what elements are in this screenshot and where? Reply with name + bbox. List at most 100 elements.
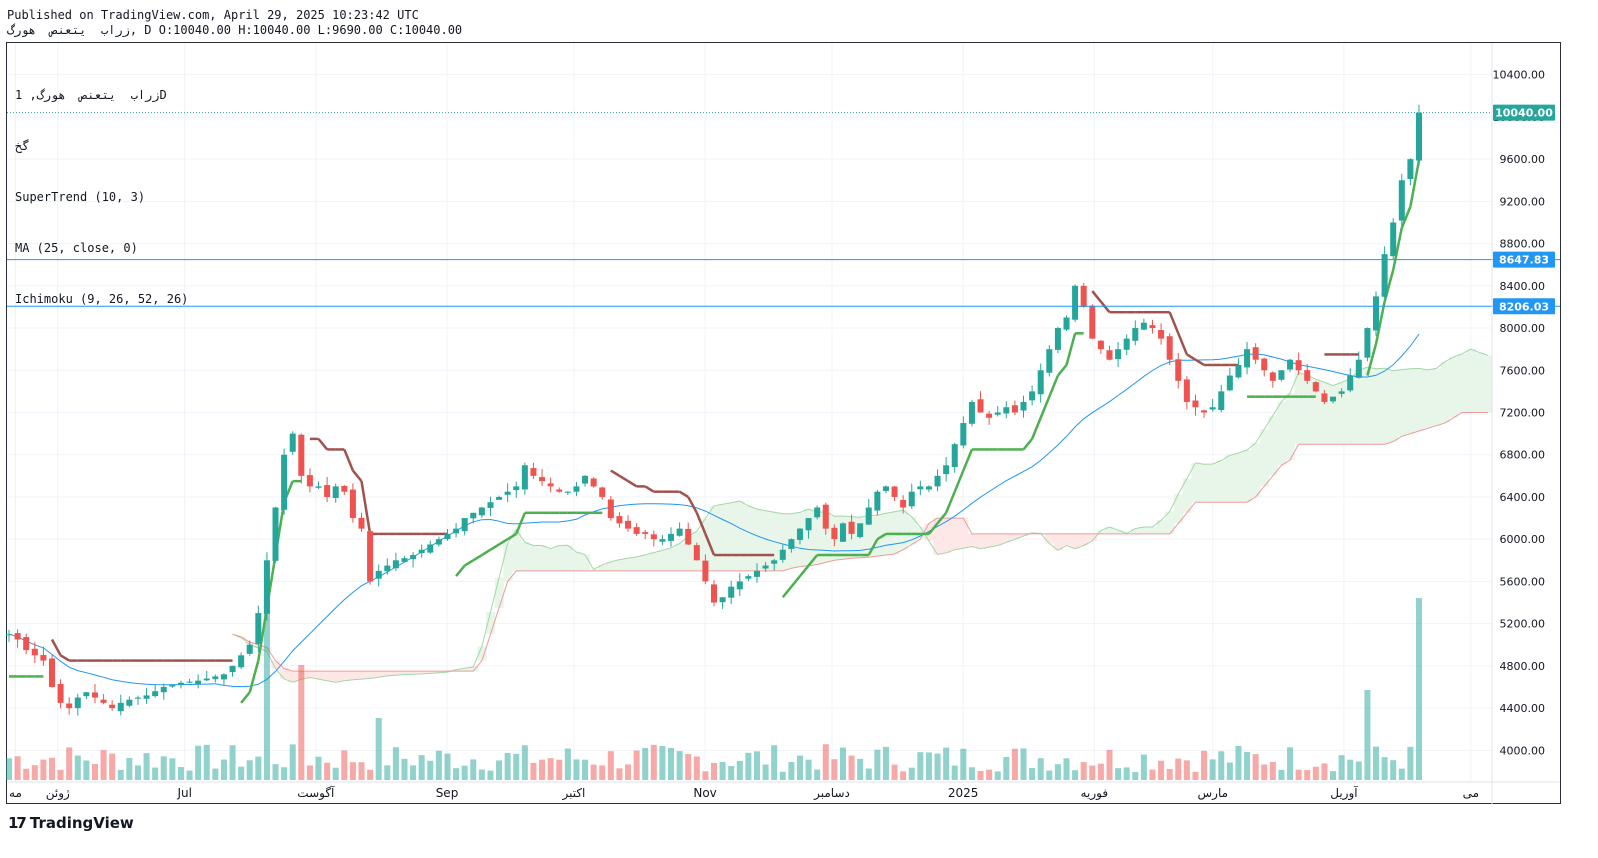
candle-body <box>1390 222 1397 257</box>
ichimoku-cloud-segment <box>1466 349 1476 413</box>
candle-body <box>710 584 718 603</box>
volume-bar <box>1261 764 1268 780</box>
candle-body <box>1381 254 1388 297</box>
ichimoku-cloud-segment <box>1449 357 1459 418</box>
candle-body <box>960 423 967 446</box>
candle-body <box>1269 372 1276 381</box>
legend-ichimoku[interactable]: Ichimoku (9, 26, 52, 26) <box>15 291 188 308</box>
ichimoku-cloud-segment <box>1268 415 1278 476</box>
volume-bar <box>1123 767 1130 780</box>
volume-bar <box>1312 766 1319 780</box>
ichimoku-cloud-segment <box>1225 455 1235 503</box>
candle-body <box>470 512 477 519</box>
volume-bar <box>435 750 442 780</box>
candle-body <box>66 703 73 709</box>
candle-body <box>461 518 468 532</box>
candle-body <box>513 486 520 491</box>
ichimoku-cloud-segment <box>348 671 358 680</box>
candle-body <box>805 518 812 531</box>
volume-bar <box>306 765 313 780</box>
candle-body <box>607 499 614 519</box>
volume-bar <box>246 760 253 780</box>
volume-bar <box>900 771 907 780</box>
volume-bar <box>814 769 821 780</box>
candle-body <box>1338 391 1345 394</box>
candle-body <box>1020 401 1027 411</box>
ichimoku-cloud-segment <box>666 547 676 571</box>
volume-bar <box>1338 755 1345 780</box>
candle-body <box>83 692 90 697</box>
volume-bar <box>994 771 1001 780</box>
chart-legend: زراب یتعنص هورگ, 1D گخ SuperTrend (10, 3… <box>15 53 188 325</box>
candle-body <box>925 486 932 490</box>
volume-bar <box>779 771 786 780</box>
tradingview-logo[interactable]: 17 TradingView <box>8 814 134 832</box>
candle-body <box>1355 359 1362 378</box>
volume-bar <box>470 759 477 780</box>
y-tick-label: 4800.00 <box>1500 660 1546 673</box>
volume-bar <box>1097 763 1104 780</box>
supertrend-segment <box>1099 300 1111 313</box>
x-tick-label: Sep <box>436 786 459 800</box>
x-tick-label: دسامبر <box>813 786 850 801</box>
volume-bar <box>736 760 743 780</box>
candle-body <box>410 555 417 560</box>
candle-body <box>702 560 709 582</box>
candle-body <box>633 527 640 534</box>
ichimoku-cloud-segment <box>623 558 633 571</box>
ichimoku-cloud-segment <box>967 533 977 547</box>
candle-body <box>57 683 64 703</box>
legend-symbol: زراب یتعنص هورگ, 1D <box>15 88 167 102</box>
volume-bar <box>728 765 735 780</box>
y-tick-label: 8800.00 <box>1500 238 1546 251</box>
volume-bar <box>693 756 700 780</box>
volume-bar <box>908 767 915 780</box>
ichimoku-cloud-segment <box>537 545 547 571</box>
volume-bar <box>1321 763 1328 780</box>
candle-body <box>934 475 941 487</box>
volume-bar <box>453 768 460 780</box>
legend-supertrend[interactable]: SuperTrend (10, 3) <box>15 189 188 206</box>
supertrend-segment <box>618 474 629 483</box>
supertrend-segment <box>343 448 355 472</box>
y-tick-label: 7200.00 <box>1500 407 1546 420</box>
volume-bar <box>599 765 606 780</box>
volume-bar <box>203 744 210 780</box>
candle-body <box>186 681 193 683</box>
candle-body <box>977 399 984 413</box>
candle-body <box>1209 407 1216 410</box>
candle-body <box>564 491 571 493</box>
candle-body <box>1407 159 1414 180</box>
volume-bar <box>152 767 159 780</box>
volume-bar <box>839 747 846 780</box>
candle-body <box>822 504 829 529</box>
candle-body <box>401 558 408 562</box>
candle-body <box>547 483 554 487</box>
candle-body <box>315 486 322 488</box>
candle-body <box>1398 180 1405 221</box>
volume-bar <box>530 762 537 780</box>
candle-body <box>324 485 331 497</box>
candle-body <box>100 699 107 703</box>
volume-bar <box>753 751 760 780</box>
price-chart[interactable]: 4000.00 4400.00 4800.00 5200.00 5600.00 6000.… <box>0 0 1598 858</box>
x-tick-label: آوریل <box>1330 785 1358 801</box>
candle-body <box>427 544 434 553</box>
y-tick-label: 6800.00 <box>1500 449 1546 462</box>
volume-bar <box>160 756 167 780</box>
legend-ma[interactable]: MA (25, close, 0) <box>15 240 188 257</box>
volume-bar <box>177 767 184 780</box>
y-tick-label: 4400.00 <box>1500 702 1546 715</box>
ichimoku-cloud-segment <box>357 671 367 680</box>
candle-body <box>1132 328 1139 341</box>
candle-body <box>238 655 245 668</box>
supertrend-segment <box>1168 311 1180 334</box>
volume-bar <box>487 770 494 780</box>
candle-body <box>736 581 743 590</box>
x-tick-label: Jul <box>176 786 191 800</box>
volume-bar <box>968 767 975 780</box>
candle-body <box>1097 340 1104 350</box>
volume-bar <box>874 749 881 780</box>
ichimoku-cloud-segment <box>572 552 582 571</box>
volume-bar <box>57 769 64 780</box>
